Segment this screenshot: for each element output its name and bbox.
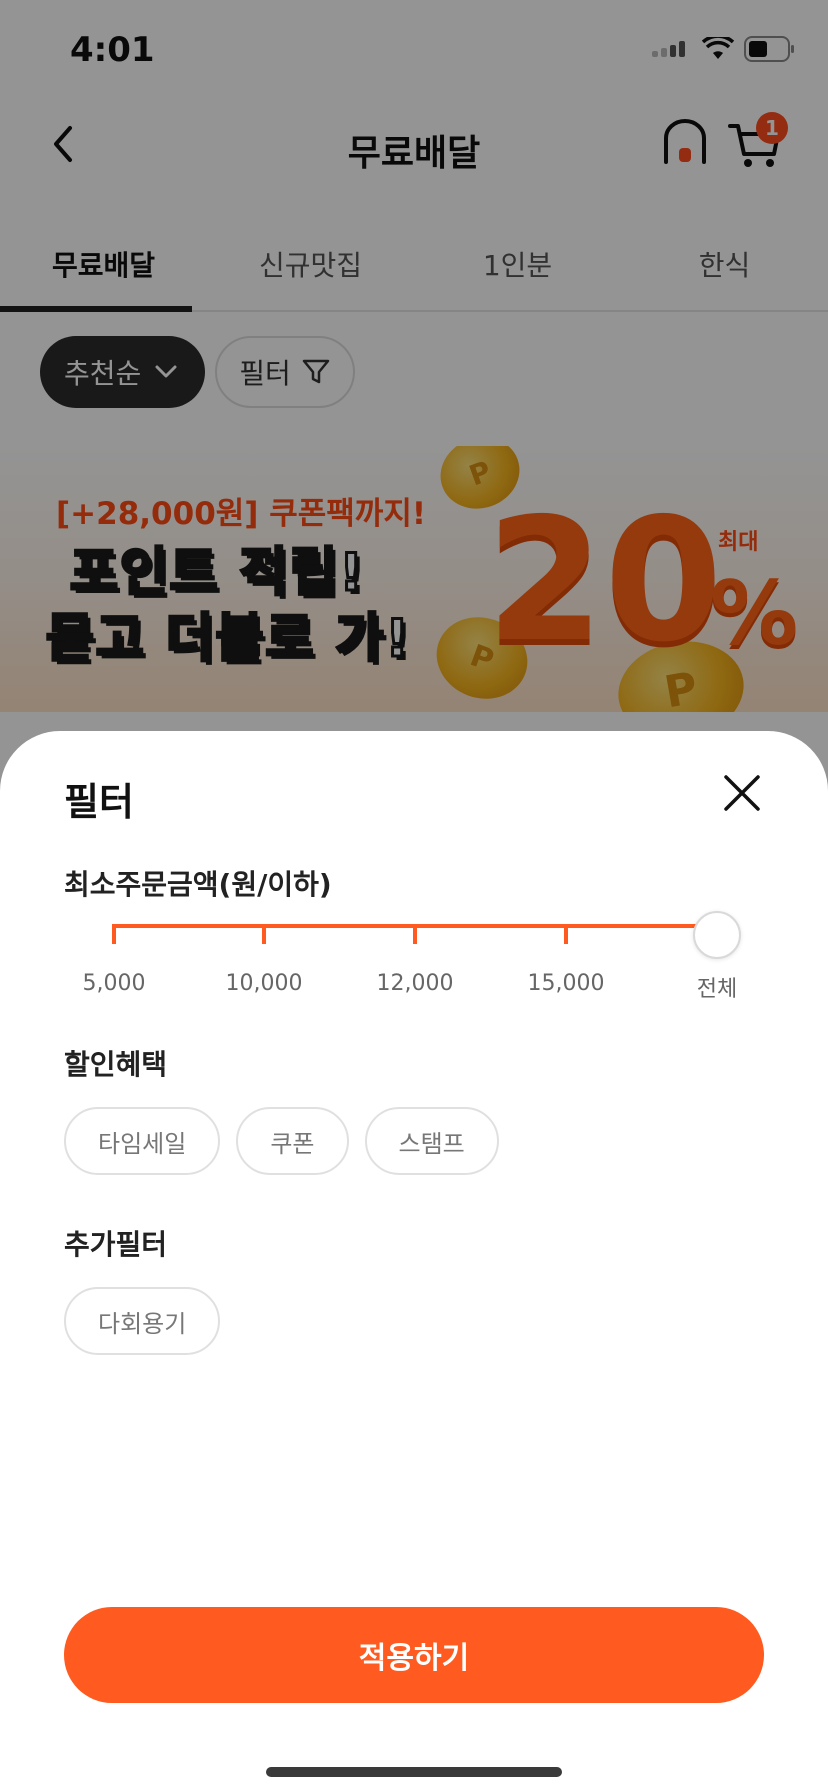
option-coupon[interactable]: 쿠폰 <box>236 1107 349 1175</box>
close-icon <box>724 775 760 811</box>
slider-tick <box>413 924 417 944</box>
slider-label[interactable]: 15,000 <box>506 971 626 996</box>
extra-filter-options: 다회용기 <box>64 1287 221 1355</box>
slider-tick <box>564 924 568 944</box>
slider-tick <box>112 924 116 944</box>
filter-sheet: 필터 최소주문금액(원/이하) 5,000 10,000 12,000 15,0… <box>0 731 828 1792</box>
slider-label[interactable]: 10,000 <box>204 971 324 996</box>
slider-tick <box>262 924 266 944</box>
discount-title: 할인혜택 <box>64 1048 168 1081</box>
slider-label[interactable]: 전체 <box>657 971 777 1003</box>
option-reusable-container[interactable]: 다회용기 <box>64 1287 221 1355</box>
slider-label[interactable]: 12,000 <box>355 971 475 996</box>
option-stamp[interactable]: 스탬프 <box>364 1107 499 1175</box>
close-button[interactable] <box>720 771 764 815</box>
slider-label[interactable]: 5,000 <box>54 971 174 996</box>
sheet-title: 필터 <box>64 780 134 824</box>
min-order-title: 최소주문금액(원/이하) <box>64 868 332 901</box>
apply-button[interactable]: 적용하기 <box>64 1607 764 1703</box>
option-time-sale[interactable]: 타임세일 <box>64 1107 221 1175</box>
home-indicator <box>266 1767 562 1777</box>
discount-options: 타임세일 쿠폰 스탬프 <box>64 1107 499 1175</box>
extra-filter-title: 추가필터 <box>64 1228 168 1261</box>
slider-thumb[interactable] <box>693 911 741 959</box>
